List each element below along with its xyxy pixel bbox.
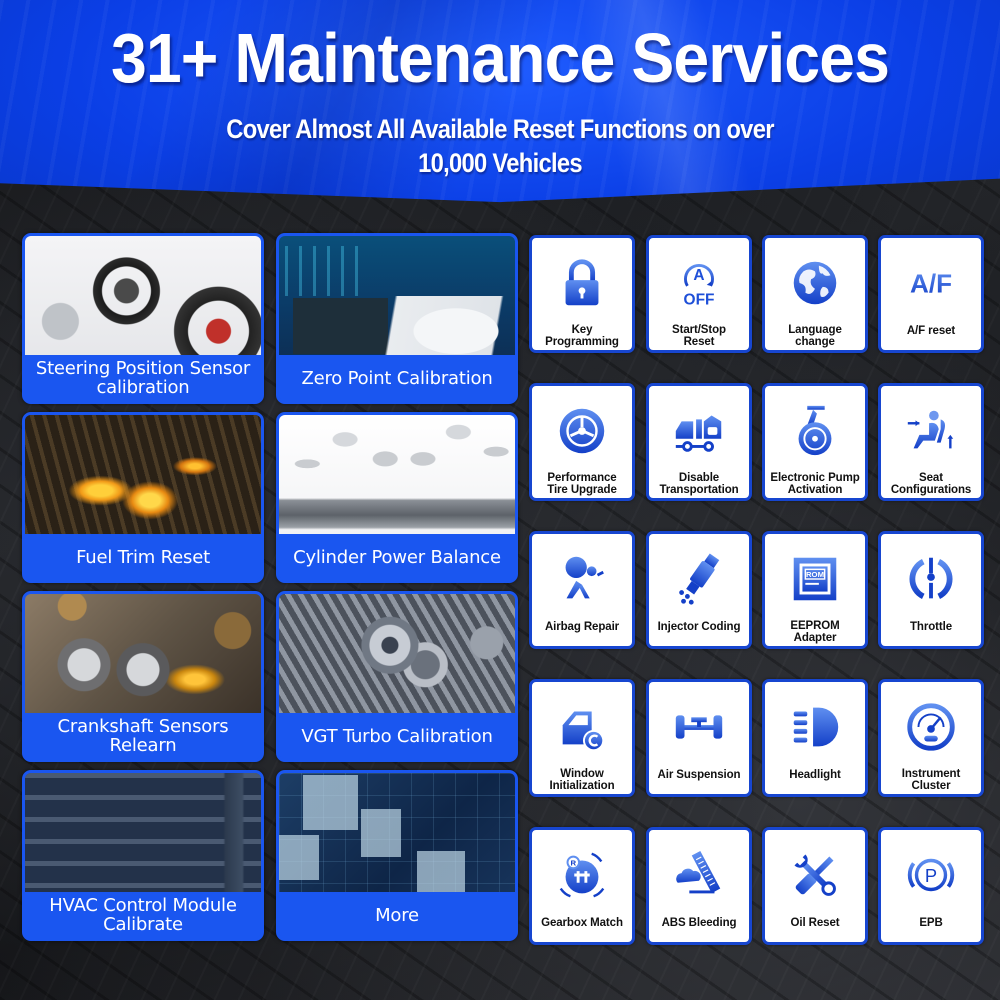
service-label: Start/Stop Reset (672, 323, 726, 349)
photo-card-label: Fuel Trim Reset (25, 534, 261, 580)
pump-icon (798, 405, 832, 456)
photo-card-steering[interactable]: Steering Position Sensor calibration (22, 233, 264, 404)
tire-icon (559, 408, 605, 454)
service-gearbox-match[interactable]: R Gearbox Match (529, 827, 635, 945)
service-key-programming[interactable]: Key Programming (529, 235, 635, 353)
service-window-initialization[interactable]: Window Initialization (529, 679, 635, 797)
service-label: Injector Coding (657, 620, 741, 633)
photo-card-hvac[interactable]: HVAC Control Module Calibrate (22, 770, 264, 941)
service-label: Window Initialization (549, 767, 615, 793)
service-abs-bleeding[interactable]: ABS Bleeding (646, 827, 752, 945)
photo-card-cylinder[interactable]: Cylinder Power Balance (276, 412, 518, 583)
service-airbag-repair[interactable]: Airbag Repair (529, 531, 635, 649)
service-seat-configurations[interactable]: Seat Configurations (878, 383, 984, 501)
svg-text:A/F: A/F (910, 269, 952, 299)
service-label: Oil Reset (790, 916, 840, 929)
injector-icon (679, 553, 720, 605)
photo-card-zero-point[interactable]: Zero Point Calibration (276, 233, 518, 404)
service-label: Seat Configurations (890, 471, 972, 497)
service-label: Air Suspension (657, 768, 741, 781)
photo-card-label: Steering Position Sensor calibration (25, 355, 261, 401)
photo-card-label: Cylinder Power Balance (279, 534, 515, 580)
service-label: Electronic Pump Activation (770, 471, 860, 497)
service-epb[interactable]: P EPB (878, 827, 984, 945)
engine-combustion-photo (25, 415, 261, 537)
photo-card-more[interactable]: More (276, 770, 518, 941)
brake-bleeding-icon (676, 850, 721, 894)
svg-text:R: R (571, 858, 577, 867)
photo-card-fuel-trim[interactable]: Fuel Trim Reset (22, 412, 264, 583)
service-throttle[interactable]: Throttle (878, 531, 984, 649)
service-label: Performance Tire Upgrade (547, 471, 617, 497)
service-instrument-cluster[interactable]: Instrument Cluster (878, 679, 984, 797)
svg-text:P: P (925, 865, 937, 886)
rom-chip-icon: ROM (793, 557, 837, 601)
photo-card-vgt-turbo[interactable]: VGT Turbo Calibration (276, 591, 518, 762)
padlock-icon (565, 259, 599, 306)
service-language-change[interactable]: Language change (762, 235, 868, 353)
service-label: Throttle (910, 620, 952, 633)
transport-truck-icon (675, 415, 722, 452)
service-disable-transportation[interactable]: Disable Transportation (646, 383, 752, 501)
service-label: Headlight (789, 768, 841, 781)
photo-card-label: VGT Turbo Calibration (279, 713, 515, 759)
airbag-icon (565, 556, 604, 599)
photo-card-label: More (279, 892, 515, 938)
photo-card-label: Crankshaft Sensors Relearn (25, 713, 261, 759)
page-subtitle: Cover Almost All Available Reset Functio… (60, 112, 940, 180)
service-tire-upgrade[interactable]: Performance Tire Upgrade (529, 383, 635, 501)
photo-card-label: HVAC Control Module Calibrate (25, 892, 261, 938)
service-electronic-pump[interactable]: Electronic Pump Activation (762, 383, 868, 501)
svg-text:ROM: ROM (806, 570, 824, 579)
service-headlight[interactable]: Headlight (762, 679, 868, 797)
service-label: Instrument Cluster (901, 767, 961, 793)
photo-card-crankshaft[interactable]: Crankshaft Sensors Relearn (22, 591, 264, 762)
service-injector-coding[interactable]: Injector Coding (646, 531, 752, 649)
steering-wheel-suspension-photo (25, 236, 261, 358)
headlight-icon (793, 707, 839, 747)
turbocharger-photo (279, 594, 515, 716)
service-label: Airbag Repair (544, 620, 620, 633)
seat-adjust-icon (907, 410, 954, 449)
throttle-icon (909, 557, 953, 600)
service-oil-reset[interactable]: Oil Reset (762, 827, 868, 945)
subtitle-line-1: Cover Almost All Available Reset Functio… (226, 114, 774, 144)
service-label: Key Programming (545, 323, 619, 349)
wrench-screwdriver-icon (794, 854, 836, 896)
photo-card-label: Zero Point Calibration (279, 355, 515, 401)
service-start-stop-reset[interactable]: A OFF Start/Stop Reset (646, 235, 752, 353)
crankshaft-gears-oil-photo (25, 594, 261, 716)
parking-brake-icon: P (907, 858, 955, 892)
service-label: Disable Transportation (659, 471, 739, 497)
service-label: ABS Bleeding (661, 916, 737, 929)
service-label: EEPROM Adapter (790, 619, 840, 645)
auto-start-stop-off-icon: A OFF (684, 264, 715, 308)
page-title: 31+ Maintenance Services (110, 19, 890, 97)
gauge-icon (907, 703, 955, 751)
svg-text:A: A (693, 267, 704, 284)
service-label: A/F reset (906, 324, 956, 337)
gearbox-icon: R (559, 852, 605, 898)
service-eeprom-adapter[interactable]: ROM EEPROM Adapter (762, 531, 868, 649)
globe-icon (793, 261, 837, 305)
digital-dashboard-photo (279, 773, 515, 895)
service-label: Gearbox Match (541, 916, 623, 929)
service-label: EPB (919, 916, 943, 929)
car-door-window-icon (562, 711, 605, 752)
service-af-reset[interactable]: A/F A/F reset (878, 235, 984, 353)
service-air-suspension[interactable]: Air Suspension (646, 679, 752, 797)
axle-suspension-icon (675, 715, 723, 739)
subtitle-line-2: 10,000 Vehicles (418, 148, 583, 178)
scan-tool-and-suv-photo (279, 236, 515, 358)
air-vent-photo (25, 773, 261, 895)
service-label: Language change (788, 323, 842, 349)
svg-text:OFF: OFF (684, 291, 715, 308)
pistons-crankshaft-photo (279, 415, 515, 537)
air-fuel-icon: A/F (910, 269, 952, 299)
